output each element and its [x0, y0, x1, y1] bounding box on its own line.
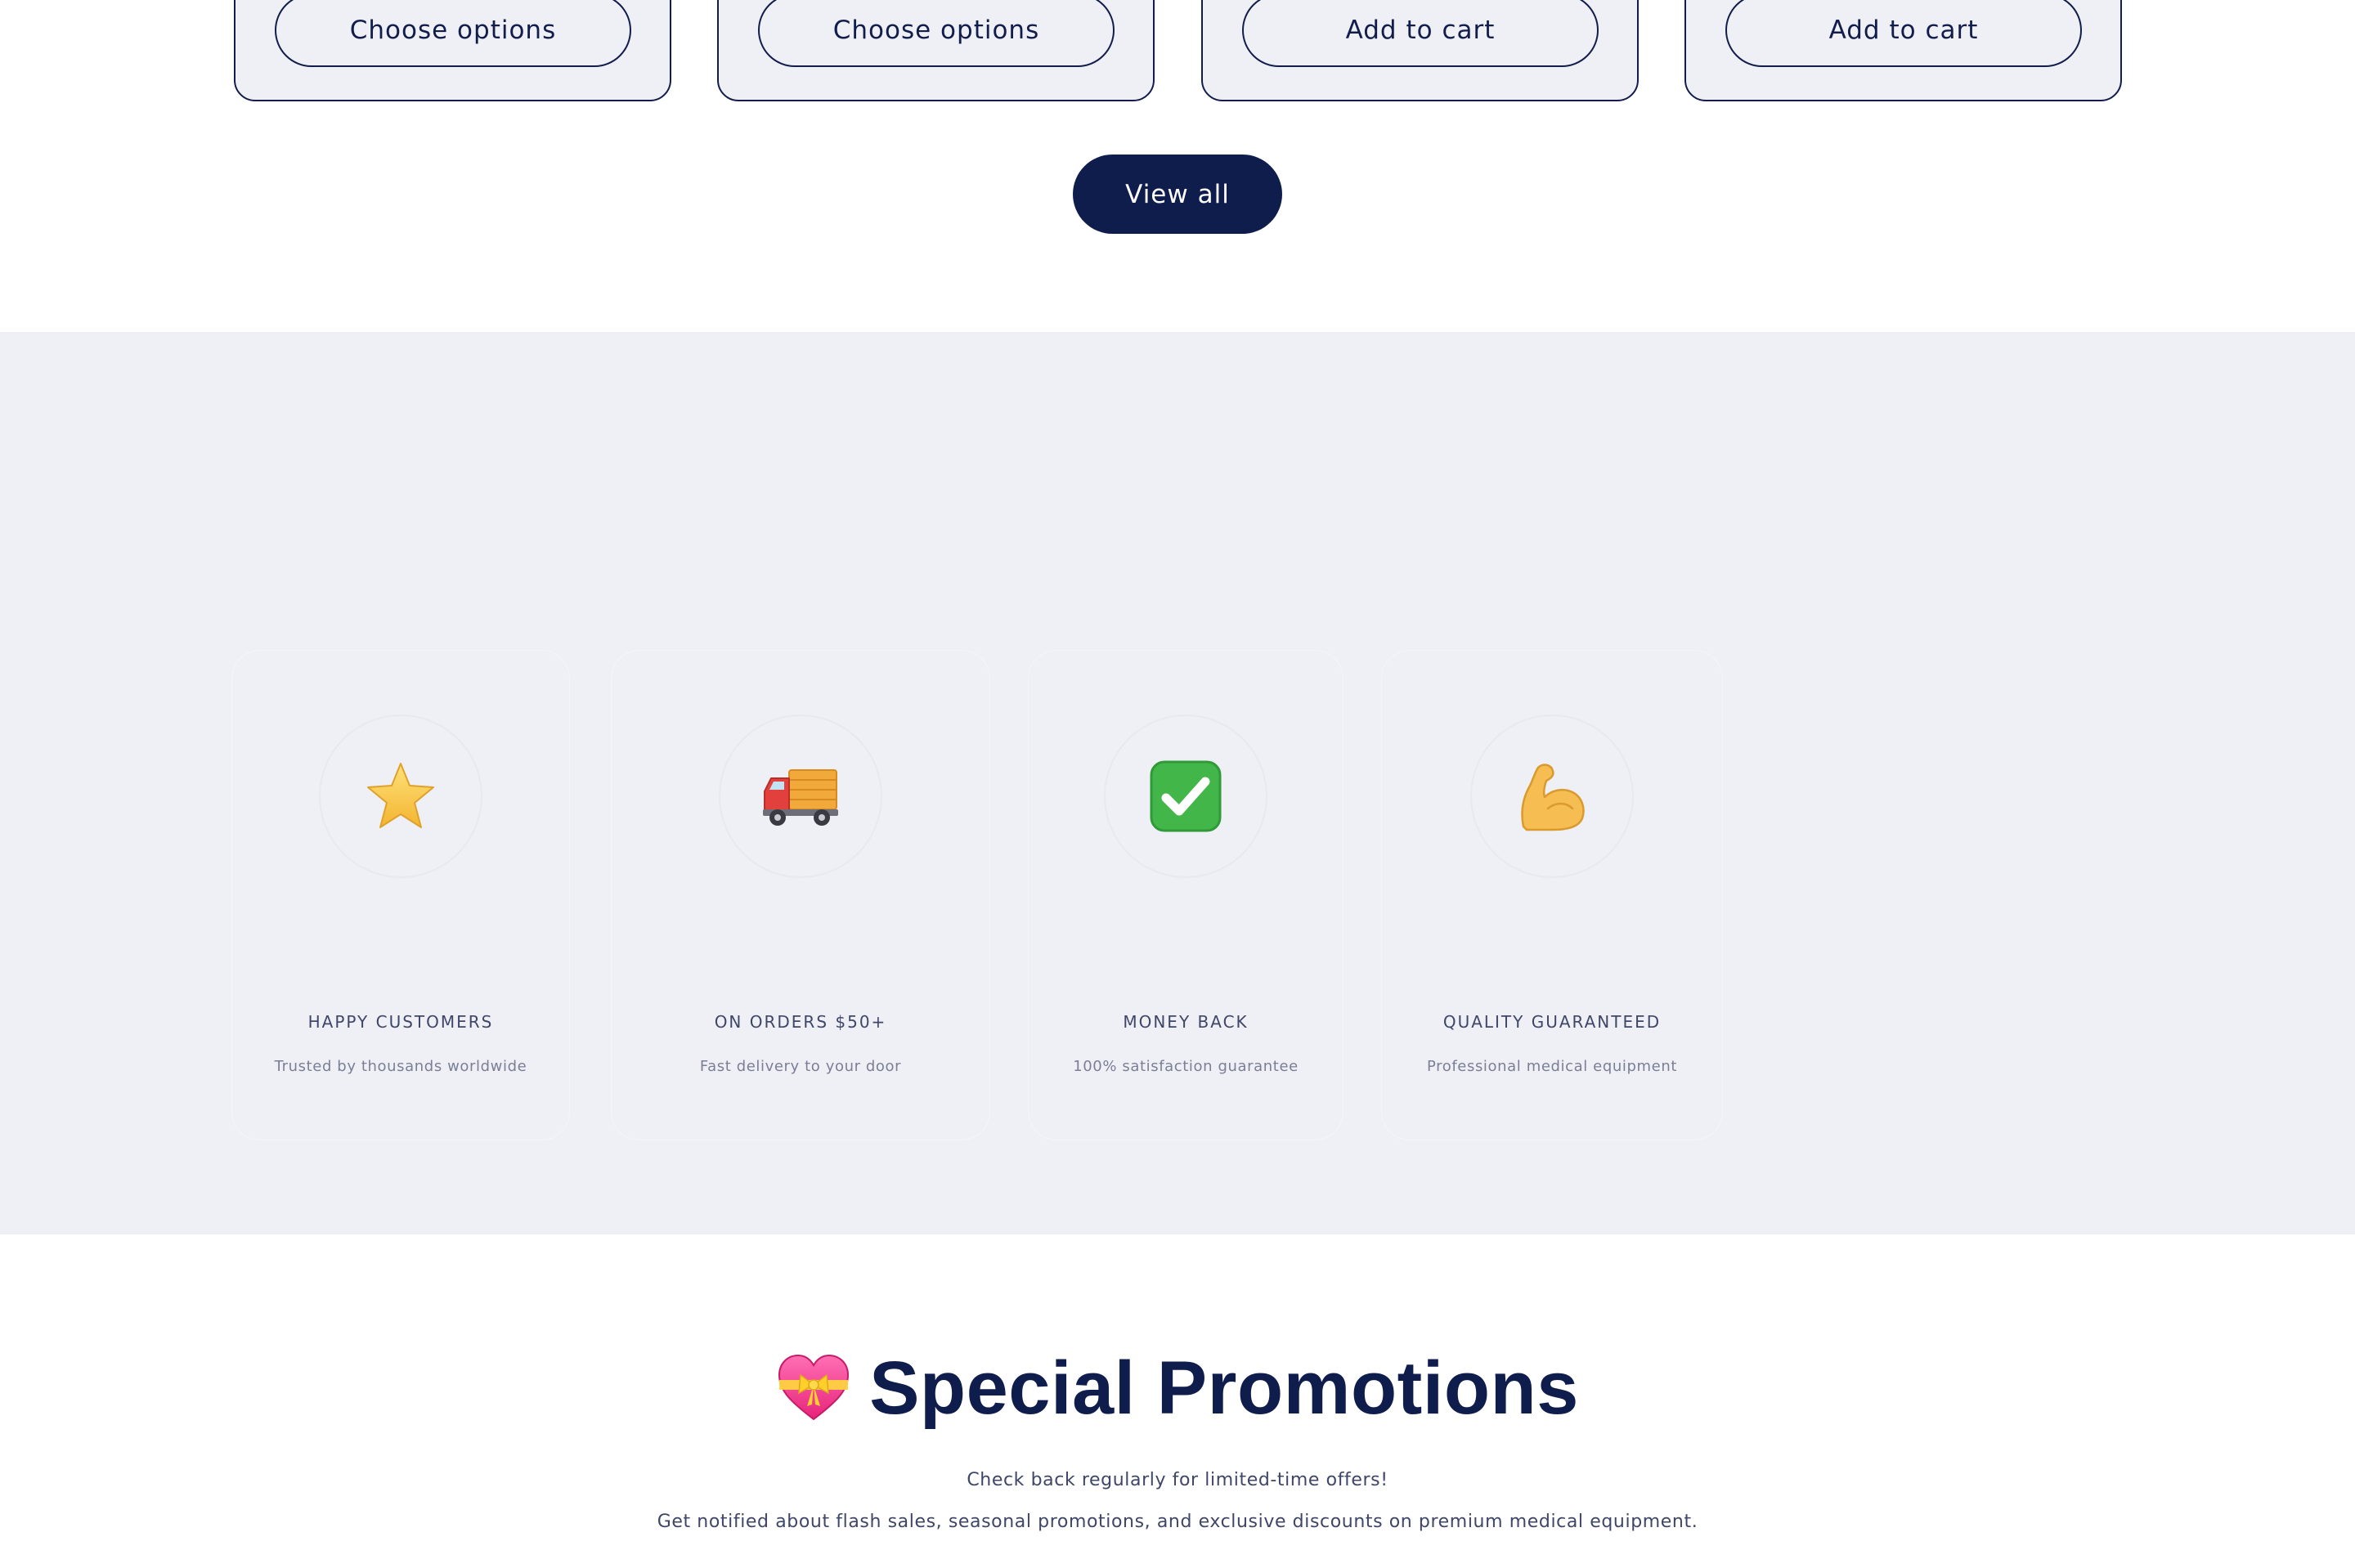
- promotions-description: Get notified about flash sales, seasonal…: [657, 1512, 1698, 1532]
- add-to-cart-button[interactable]: Add to cart: [1725, 0, 2082, 67]
- product-card: Choose options: [717, 0, 1155, 101]
- feature-title: ON ORDERS $50+: [714, 1012, 887, 1032]
- product-card: Add to cart: [1684, 0, 2122, 101]
- check-mark-icon: [1104, 715, 1267, 878]
- choose-options-button[interactable]: Choose options: [758, 0, 1115, 67]
- choose-options-button[interactable]: Choose options: [275, 0, 631, 67]
- feature-title: HAPPY CUSTOMERS: [307, 1012, 494, 1032]
- add-to-cart-button[interactable]: Add to cart: [1242, 0, 1599, 67]
- promotions-title: Special Promotions: [869, 1346, 1579, 1430]
- flexed-biceps-icon: [1470, 715, 1634, 878]
- view-all-button[interactable]: View all: [1073, 155, 1282, 234]
- feature-title: MONEY BACK: [1123, 1012, 1249, 1032]
- delivery-truck-icon: [719, 715, 882, 878]
- product-grid-section: Choose options Choose options Add to car…: [0, 0, 2355, 332]
- heart-with-ribbon-icon: [776, 1352, 851, 1426]
- feature-card-happy-customers: HAPPY CUSTOMERS Trusted by thousands wor…: [232, 651, 569, 1140]
- promotions-section: Special Promotions Check back regularly …: [0, 1234, 2355, 1568]
- product-card: Add to cart: [1201, 0, 1639, 101]
- feature-description: Trusted by thousands worldwide: [274, 1058, 527, 1075]
- promotions-subtitle: Check back regularly for limited-time of…: [967, 1470, 1388, 1490]
- feature-card-quality: QUALITY GUARANTEED Professional medical …: [1382, 651, 1722, 1140]
- feature-description: Professional medical equipment: [1427, 1058, 1677, 1075]
- product-card: Choose options: [234, 0, 671, 101]
- star-icon: [319, 715, 482, 878]
- features-section: HAPPY CUSTOMERS Trusted by thousands wor…: [0, 332, 2355, 1234]
- feature-card-money-back: MONEY BACK 100% satisfaction guarantee: [1029, 651, 1343, 1140]
- feature-description: 100% satisfaction guarantee: [1073, 1058, 1299, 1075]
- feature-title: QUALITY GUARANTEED: [1442, 1012, 1662, 1032]
- promotions-heading: Special Promotions: [0, 1346, 2355, 1431]
- feature-description: Fast delivery to your door: [699, 1058, 902, 1075]
- feature-card-orders: ON ORDERS $50+ Fast delivery to your doo…: [612, 651, 989, 1140]
